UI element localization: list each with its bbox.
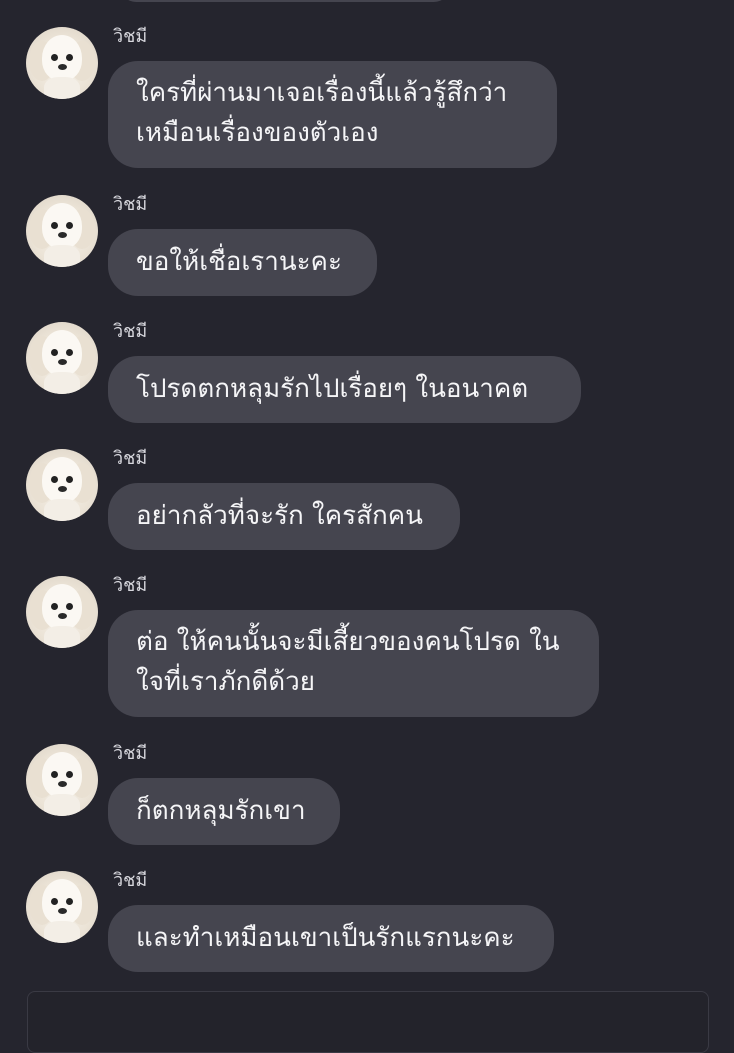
- sender-name: วิชมี: [113, 194, 148, 215]
- message-composer[interactable]: [27, 991, 709, 1053]
- previous-message-bubble-edge: [120, 0, 450, 2]
- message-line: ต่อ ให้คนนั้นจะมีเสี้ยวของคนโปรด ใน: [136, 627, 560, 657]
- message-line: ก็ตกหลุมรักเขา: [136, 796, 306, 826]
- avatar[interactable]: [26, 871, 98, 943]
- message-bubble[interactable]: โปรดตกหลุมรักไปเรื่อยๆ ในอนาคต: [108, 356, 581, 423]
- sender-name: วิชมี: [113, 26, 148, 47]
- message-bubble[interactable]: ใครที่ผ่านมาเจอเรื่องนี้แล้วรู้สึกว่า เห…: [108, 61, 557, 168]
- message-line: ใครที่ผ่านมาเจอเรื่องนี้แล้วรู้สึกว่า: [136, 78, 508, 108]
- message-line: โปรดตกหลุมรักไปเรื่อยๆ ในอนาคต: [136, 374, 529, 404]
- sender-name: วิชมี: [113, 870, 148, 891]
- sender-name: วิชมี: [113, 575, 148, 596]
- message-line: และทำเหมือนเขาเป็นรักแรกนะคะ: [136, 923, 515, 953]
- message-line: เหมือนเรื่องของตัวเอง: [136, 118, 379, 148]
- sender-name: วิชมี: [113, 743, 148, 764]
- message-line: ขอให้เชื่อเรานะคะ: [136, 247, 342, 277]
- avatar[interactable]: [26, 195, 98, 267]
- avatar[interactable]: [26, 449, 98, 521]
- message-bubble[interactable]: อย่ากลัวที่จะรัก ใครสักคน: [108, 483, 460, 550]
- avatar[interactable]: [26, 27, 98, 99]
- message-bubble[interactable]: ขอให้เชื่อเรานะคะ: [108, 229, 377, 296]
- message-line: อย่ากลัวที่จะรัก ใครสักคน: [136, 501, 423, 531]
- avatar[interactable]: [26, 744, 98, 816]
- message-bubble[interactable]: ต่อ ให้คนนั้นจะมีเสี้ยวของคนโปรด ใน ใจที…: [108, 610, 599, 717]
- message-bubble[interactable]: ก็ตกหลุมรักเขา: [108, 778, 340, 845]
- sender-name: วิชมี: [113, 448, 148, 469]
- message-bubble[interactable]: และทำเหมือนเขาเป็นรักแรกนะคะ: [108, 905, 554, 972]
- message-line: ใจที่เราภักดีด้วย: [136, 667, 316, 697]
- avatar[interactable]: [26, 322, 98, 394]
- sender-name: วิชมี: [113, 321, 148, 342]
- avatar[interactable]: [26, 576, 98, 648]
